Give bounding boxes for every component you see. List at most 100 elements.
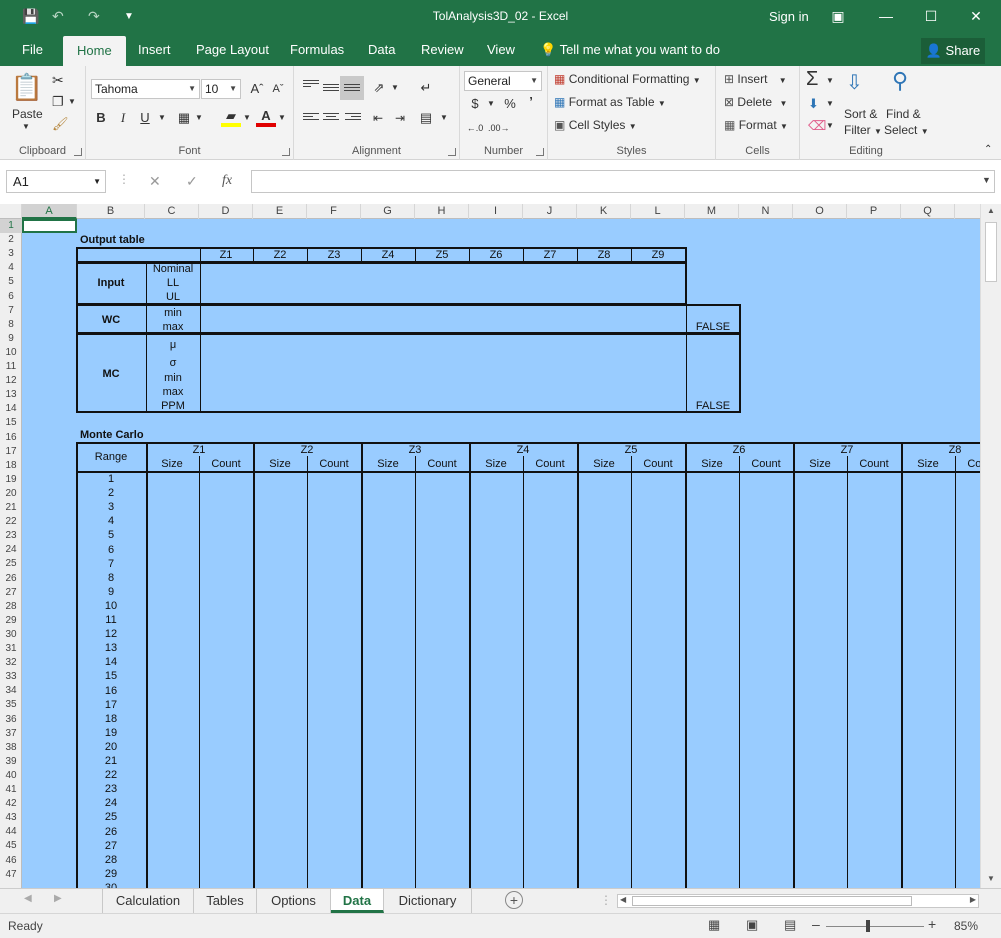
align-left-icon[interactable] <box>303 113 319 125</box>
decrease-font-icon[interactable]: Aˇ <box>268 79 288 99</box>
autosum-dropdown-icon[interactable]: ▼ <box>826 76 834 85</box>
underline-dropdown-icon[interactable]: ▼ <box>152 108 172 128</box>
row-header[interactable]: 16 <box>0 431 22 445</box>
row-header[interactable]: 32 <box>0 656 22 670</box>
zoom-slider-thumb[interactable] <box>866 920 870 932</box>
minimize-icon[interactable]: — <box>874 6 898 26</box>
row-header[interactable]: 31 <box>0 642 22 656</box>
font-size-dropdown-icon[interactable]: ▼ <box>229 80 237 98</box>
delete-cells-button[interactable]: ⊠ Delete ▼ <box>724 95 787 109</box>
row-header[interactable]: 47 <box>0 868 22 882</box>
row-header[interactable]: 29 <box>0 614 22 628</box>
format-cells-button[interactable]: ▦ Format ▼ <box>724 118 788 132</box>
number-format-combo[interactable]: General ▼ <box>464 71 542 91</box>
prev-sheet-icon[interactable]: ◀ <box>24 893 32 904</box>
fill-icon[interactable]: ⬇ <box>808 96 819 112</box>
row-header[interactable]: 36 <box>0 713 22 727</box>
row-header[interactable]: 8 <box>0 318 22 332</box>
share-button[interactable]: 👤 Share <box>921 38 985 64</box>
tab-home[interactable]: Home <box>63 36 126 66</box>
row-header[interactable]: 35 <box>0 698 22 712</box>
font-color-dropdown-icon[interactable]: ▼ <box>272 108 292 128</box>
find-select-label-2[interactable]: Select ▼ <box>884 123 929 137</box>
currency-dropdown-icon[interactable]: ▼ <box>481 94 501 114</box>
fill-color-dropdown-icon[interactable]: ▼ <box>237 108 257 128</box>
sheet-tab-dictionary[interactable]: Dictionary <box>384 889 472 913</box>
row-header[interactable]: 42 <box>0 797 22 811</box>
row-header[interactable]: 25 <box>0 557 22 571</box>
fill-dropdown-icon[interactable]: ▼ <box>826 99 834 108</box>
row-header[interactable]: 43 <box>0 811 22 825</box>
close-icon[interactable]: ✕ <box>964 6 988 26</box>
row-header[interactable]: 39 <box>0 755 22 769</box>
sort-filter-label-2[interactable]: Filter ▼ <box>844 123 882 137</box>
row-header[interactable]: 20 <box>0 487 22 501</box>
find-select-label-1[interactable]: Find & <box>886 107 921 121</box>
vertical-scroll-thumb[interactable] <box>985 222 997 282</box>
align-center-icon[interactable] <box>323 113 339 125</box>
copy-icon[interactable]: ❐ <box>52 94 64 110</box>
paste-button[interactable]: 📋 <box>10 72 44 112</box>
bottom-align-button[interactable] <box>340 76 364 100</box>
row-header[interactable]: 26 <box>0 572 22 586</box>
select-all-corner[interactable] <box>0 204 22 219</box>
column-header[interactable]: B <box>77 204 145 219</box>
percent-icon[interactable]: % <box>500 94 520 114</box>
name-box-dropdown-icon[interactable]: ▼ <box>93 171 101 192</box>
maximize-icon[interactable]: ☐ <box>919 6 943 26</box>
font-name-combo[interactable]: Tahoma ▼ <box>91 79 200 99</box>
formula-input[interactable] <box>251 170 995 193</box>
row-header[interactable]: 44 <box>0 825 22 839</box>
clear-dropdown-icon[interactable]: ▼ <box>826 121 834 130</box>
row-header[interactable]: 13 <box>0 388 22 402</box>
cut-icon[interactable]: ✂ <box>52 72 64 89</box>
cell-styles-button[interactable]: ▣ Cell Styles ▼ <box>554 118 637 132</box>
row-header[interactable]: 19 <box>0 473 22 487</box>
tab-insert[interactable]: Insert <box>138 34 171 66</box>
row-header[interactable]: 22 <box>0 515 22 529</box>
sheet-tab-options[interactable]: Options <box>257 889 331 913</box>
tab-split-icon[interactable]: ⋮ <box>600 893 612 907</box>
zoom-level[interactable]: 85% <box>954 919 978 933</box>
ribbon-display-options-icon[interactable]: ▣ <box>826 6 850 26</box>
insert-cells-button[interactable]: ⊞ Insert ▼ <box>724 72 787 86</box>
column-header[interactable]: I <box>469 204 523 219</box>
sign-in-link[interactable]: Sign in <box>769 9 809 24</box>
find-select-icon[interactable]: ⚲ <box>892 68 908 94</box>
scroll-left-icon[interactable]: ◀ <box>620 895 626 904</box>
row-header[interactable]: 38 <box>0 741 22 755</box>
comma-style-icon[interactable]: ’ <box>521 92 541 112</box>
borders-dropdown-icon[interactable]: ▼ <box>189 108 209 128</box>
align-right-icon[interactable] <box>345 113 361 125</box>
row-header[interactable]: 6 <box>0 290 22 304</box>
increase-indent-icon[interactable]: ⇥ <box>390 108 410 128</box>
conditional-formatting-button[interactable]: ▦ Conditional Formatting ▼ <box>554 72 701 86</box>
column-header[interactable]: O <box>793 204 847 219</box>
row-header[interactable]: 28 <box>0 600 22 614</box>
row-header[interactable]: 46 <box>0 854 22 868</box>
decrease-decimal-icon[interactable]: .00→ <box>488 118 510 138</box>
sheet-tab-data[interactable]: Data <box>331 889 384 913</box>
row-header[interactable]: 15 <box>0 416 22 430</box>
row-header[interactable]: 2 <box>0 233 22 247</box>
orientation-dropdown-icon[interactable]: ▼ <box>385 78 405 98</box>
column-header[interactable]: H <box>415 204 469 219</box>
row-header[interactable]: 12 <box>0 374 22 388</box>
paste-label[interactable]: Paste <box>12 107 43 121</box>
column-header[interactable]: A <box>22 204 77 219</box>
row-header[interactable]: 30 <box>0 628 22 642</box>
vertical-scrollbar[interactable]: ▲ ▼ <box>980 204 1001 888</box>
increase-decimal-icon[interactable]: ←.0 <box>465 118 485 138</box>
column-header[interactable]: F <box>307 204 361 219</box>
row-header[interactable]: 1 <box>0 219 22 234</box>
scroll-right-icon[interactable]: ▶ <box>970 895 976 904</box>
zoom-out-icon[interactable]: – <box>812 916 820 932</box>
row-header[interactable]: 14 <box>0 402 22 416</box>
row-header[interactable]: 45 <box>0 839 22 853</box>
sort-filter-icon[interactable]: ⇩ <box>846 70 863 95</box>
italic-icon[interactable]: I <box>113 108 133 128</box>
name-box[interactable]: A1 ▼ <box>6 170 106 193</box>
normal-view-icon[interactable]: ▦ <box>708 917 720 933</box>
clear-icon[interactable]: ⌫ <box>808 118 826 134</box>
row-header[interactable]: 41 <box>0 783 22 797</box>
